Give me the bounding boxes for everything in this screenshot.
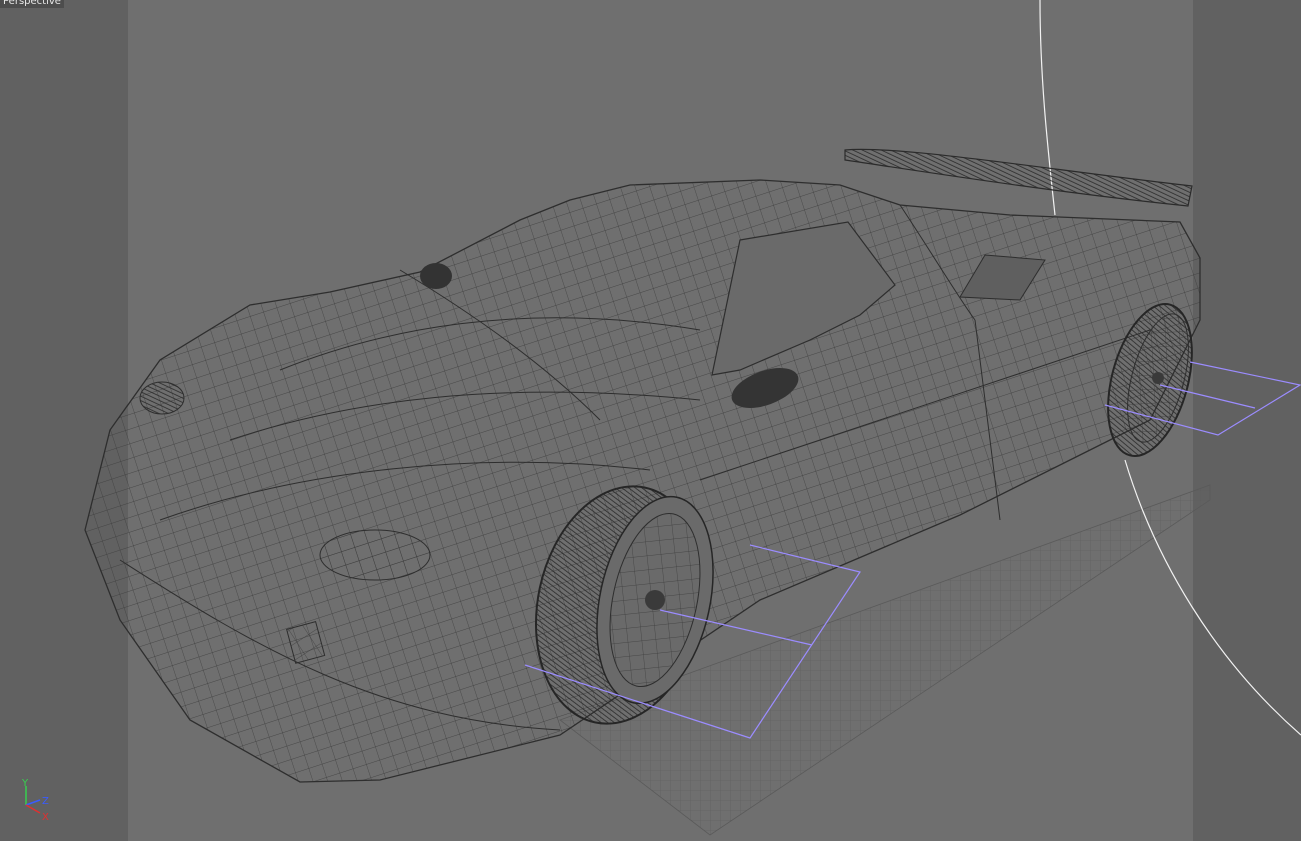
viewport-scene[interactable]: Y Z X (0, 0, 1301, 841)
headlight-left (139, 381, 185, 415)
viewport-label[interactable]: Perspective (0, 0, 64, 8)
perspective-viewport[interactable]: Y Z X Perspective (0, 0, 1301, 841)
headlight-right (319, 529, 431, 581)
axis-z-label: Z (42, 796, 49, 807)
axis-gizmo: Y Z X (21, 778, 49, 823)
mirror-left (420, 263, 452, 289)
axis-x-label: X (42, 812, 49, 823)
rear-wing (844, 148, 1193, 207)
axis-y-label: Y (21, 778, 29, 789)
light-falloff-curve-lower (1124, 459, 1301, 736)
